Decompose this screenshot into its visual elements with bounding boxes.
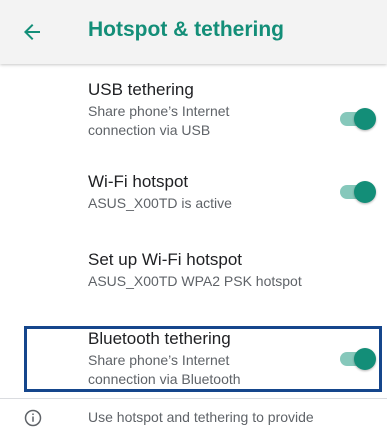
bluetooth-tethering-row[interactable]: Bluetooth tethering Share phone’s Intern… bbox=[0, 326, 387, 392]
settings-list: USB tethering Share phone’s Internet con… bbox=[0, 64, 387, 440]
setup-wifi-hotspot-title: Set up Wi-Fi hotspot bbox=[88, 250, 243, 269]
wifi-hotspot-toggle[interactable] bbox=[340, 180, 376, 204]
wifi-hotspot-row[interactable]: Wi-Fi hotspot ASUS_X00TD is active bbox=[0, 172, 387, 228]
bluetooth-tethering-summary: Share phone’s Internet connection via Bl… bbox=[88, 352, 241, 387]
arrow-back-icon bbox=[24, 24, 40, 40]
page-title: Hotspot & tethering bbox=[88, 18, 284, 41]
app-bar: Hotspot & tethering bbox=[0, 0, 387, 64]
wifi-hotspot-summary: ASUS_X00TD is active bbox=[88, 195, 232, 211]
footer-text: Use hotspot and tethering to provide bbox=[88, 409, 314, 425]
footer-info: Use hotspot and tethering to provide bbox=[0, 408, 387, 440]
info-icon bbox=[24, 409, 42, 427]
usb-tethering-toggle[interactable] bbox=[340, 107, 376, 131]
usb-tethering-row[interactable]: USB tethering Share phone’s Internet con… bbox=[0, 80, 387, 156]
toggle-thumb bbox=[354, 348, 376, 370]
usb-tethering-title: USB tethering bbox=[88, 80, 194, 99]
bluetooth-tethering-title: Bluetooth tethering bbox=[88, 329, 231, 348]
toggle-thumb bbox=[354, 181, 376, 203]
bluetooth-tethering-toggle[interactable] bbox=[340, 347, 376, 371]
usb-tethering-summary: Share phone’s Internet connection via US… bbox=[88, 103, 230, 138]
toggle-thumb bbox=[354, 108, 376, 130]
setup-wifi-hotspot-summary: ASUS_X00TD WPA2 PSK hotspot bbox=[88, 273, 302, 289]
back-button[interactable] bbox=[18, 18, 46, 46]
wifi-hotspot-title: Wi-Fi hotspot bbox=[88, 172, 189, 191]
setup-wifi-hotspot-row[interactable]: Set up Wi-Fi hotspot ASUS_X00TD WPA2 PSK… bbox=[0, 250, 387, 306]
divider bbox=[0, 398, 387, 399]
